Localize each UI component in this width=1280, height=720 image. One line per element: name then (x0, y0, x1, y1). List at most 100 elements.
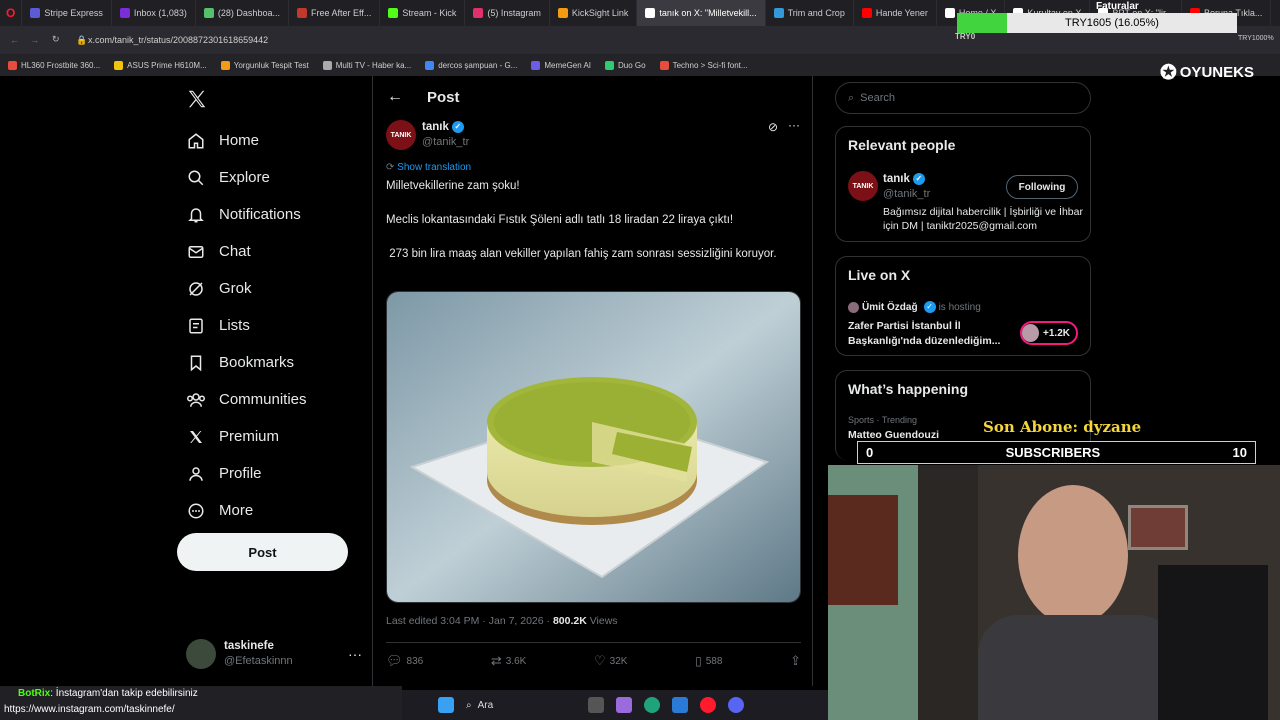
author-name[interactable]: tanık (422, 121, 449, 133)
share-button[interactable]: ⇪ (790, 653, 801, 669)
person-name[interactable]: tanık (883, 173, 910, 185)
person-avatar[interactable]: TANIK (848, 171, 878, 201)
listener-avatar (1022, 324, 1040, 342)
bookmark-item[interactable]: MemeGen AI (531, 60, 591, 70)
browser-tab[interactable]: Hande Yener (854, 0, 937, 26)
x-logo-icon[interactable] (186, 88, 208, 110)
tab-label: tanık on X: "Milletvekill... (659, 8, 757, 18)
bookmark-icon: ▯ (695, 654, 702, 668)
bookmark-item[interactable]: Yorgunluk Tespit Test (220, 60, 309, 70)
back-icon[interactable]: ← (10, 35, 19, 45)
sidebar-item-home[interactable]: Home (176, 122, 356, 159)
like-button[interactable]: ♡ 32K (594, 653, 627, 669)
bookmark-label: dercos şampuan - G... (438, 60, 518, 70)
bookmark-item[interactable]: Multi TV - Haber ka... (322, 60, 411, 70)
bookmark-item[interactable]: dercos şampuan - G... (425, 60, 518, 70)
home-icon (186, 131, 206, 151)
browser-tab[interactable]: Inbox (1,083) (112, 0, 196, 26)
tab-label: (5) Instagram (487, 8, 541, 18)
repost-count: 3.6K (505, 655, 527, 667)
live-space-title[interactable]: Zafer Partisi İstanbul İl Başkanlığı'nda… (848, 319, 1018, 349)
author-avatar[interactable]: TANIK (386, 120, 416, 150)
copilot-icon[interactable] (616, 697, 632, 713)
browser-tab[interactable]: Free After Eff... (289, 0, 381, 26)
browser-tab[interactable]: (5) Instagram (465, 0, 550, 26)
bookmark-item[interactable]: HL360 Frostbite 360... (8, 60, 100, 70)
host-avatar (848, 301, 859, 313)
back-arrow-icon[interactable]: ← (387, 88, 403, 106)
views-label: Views (586, 615, 618, 627)
sidebar-item-label: Grok (219, 280, 252, 297)
bookmark-item[interactable]: ASUS Prime H610M... (114, 60, 207, 70)
search-icon (186, 168, 206, 188)
sidebar-item-communities[interactable]: Communities (176, 381, 356, 418)
browser-tab[interactable]: tanık on X: "Milletvekill... (637, 0, 766, 26)
author-handle[interactable]: @tanik_tr (422, 135, 469, 150)
tab-label: Inbox (1,083) (133, 8, 187, 18)
tab-favicon-icon (861, 8, 872, 18)
sidebar-item-label: Profile (219, 465, 262, 482)
tweet-image[interactable] (386, 291, 801, 603)
more-icon[interactable]: ··· (348, 646, 362, 662)
live-listeners[interactable]: +1.2K (1020, 321, 1078, 345)
sidebar-item-notifications[interactable]: Notifications (176, 196, 356, 233)
divider (386, 642, 801, 643)
account-name: taskinefe (224, 640, 274, 652)
sidebar-item-grok[interactable]: Grok (176, 270, 356, 307)
bookmark-item[interactable]: Duo Go (605, 60, 646, 70)
browser-tab[interactable]: KickSight Link (550, 0, 638, 26)
sidebar-item-explore[interactable]: Explore (176, 159, 356, 196)
edge-icon[interactable] (644, 697, 660, 713)
edited-timestamp[interactable]: Last edited 3:04 PM · Jan 7, 2026 · (386, 615, 553, 627)
sidebar-item-more[interactable]: More (176, 492, 356, 529)
show-translation-link[interactable]: ⟳ Show translation (386, 162, 471, 173)
forward-icon[interactable]: → (30, 35, 39, 45)
store-icon[interactable] (672, 697, 688, 713)
windows-start-icon[interactable] (438, 697, 454, 713)
bookmark-favicon-icon (114, 60, 124, 70)
translate-icon: ⟳ (386, 162, 398, 173)
file-explorer-icon[interactable] (588, 697, 604, 713)
browser-tab[interactable]: Stream - Kick (380, 0, 466, 26)
discord-icon[interactable] (728, 697, 744, 713)
sidebar-item-premium[interactable]: Premium (176, 418, 356, 455)
search-icon: ⌕ (466, 699, 472, 711)
url-field[interactable]: x.com/tanik_tr/status/200887230161865944… (88, 35, 268, 45)
browser-tab[interactable]: Stripe Express (22, 0, 112, 26)
browser-tab[interactable]: Trim and Crop (766, 0, 854, 26)
post-more-icon[interactable]: ··· (788, 118, 800, 132)
sidebar-item-chat[interactable]: Chat (176, 233, 356, 270)
browser-menu-icon[interactable]: O (0, 0, 23, 26)
bookmark-button[interactable]: ▯ 588 (695, 653, 722, 669)
post-button[interactable]: Post (177, 533, 348, 571)
search-input[interactable]: ⌕ Search (835, 82, 1091, 114)
opera-icon[interactable] (700, 697, 716, 713)
tab-favicon-icon (203, 8, 214, 18)
chat-link[interactable]: https://www.instagram.com/taskinnefe/ (4, 704, 175, 715)
sidebar-item-lists[interactable]: Lists (176, 307, 356, 344)
grok-analyze-icon[interactable]: ⊘ (768, 120, 778, 134)
bookmark-favicon-icon (605, 60, 615, 70)
sidebar-item-bookmarks[interactable]: Bookmarks (176, 344, 356, 381)
person-handle[interactable]: @tanik_tr (883, 187, 930, 202)
envelope-icon (186, 242, 206, 262)
chat-user: BotRix (18, 688, 51, 699)
bookmark-item[interactable]: Techno > Sci-fi font... (659, 60, 748, 70)
following-button[interactable]: Following (1006, 175, 1078, 199)
reload-icon[interactable]: ↻ (52, 34, 60, 45)
sidebar-item-label: Chat (219, 243, 251, 260)
browser-tab[interactable]: (28) Dashboa... (196, 0, 289, 26)
sidebar-item-label: Lists (219, 317, 250, 334)
repost-button[interactable]: ⇄ 3.6K (491, 653, 526, 669)
bookmarks-bar: HL360 Frostbite 360... ASUS Prime H610M..… (0, 54, 1280, 76)
trend-name[interactable]: Matteo Guendouzi (848, 429, 939, 441)
pistachio-cake-image (387, 292, 800, 602)
host-name[interactable]: Ümit Özdağ (862, 302, 918, 313)
taskbar-search[interactable]: ⌕ Ara (466, 700, 576, 711)
price-widget: TRY1605 (16.05%) (957, 13, 1237, 33)
account-switcher[interactable]: taskinefe @Efetaskinnn ··· (186, 636, 362, 672)
reply-button[interactable]: 💬︎ 836 (386, 653, 423, 669)
sidebar-item-profile[interactable]: Profile (176, 455, 356, 492)
tab-favicon-icon (557, 8, 568, 18)
tab-favicon-icon (119, 8, 130, 18)
